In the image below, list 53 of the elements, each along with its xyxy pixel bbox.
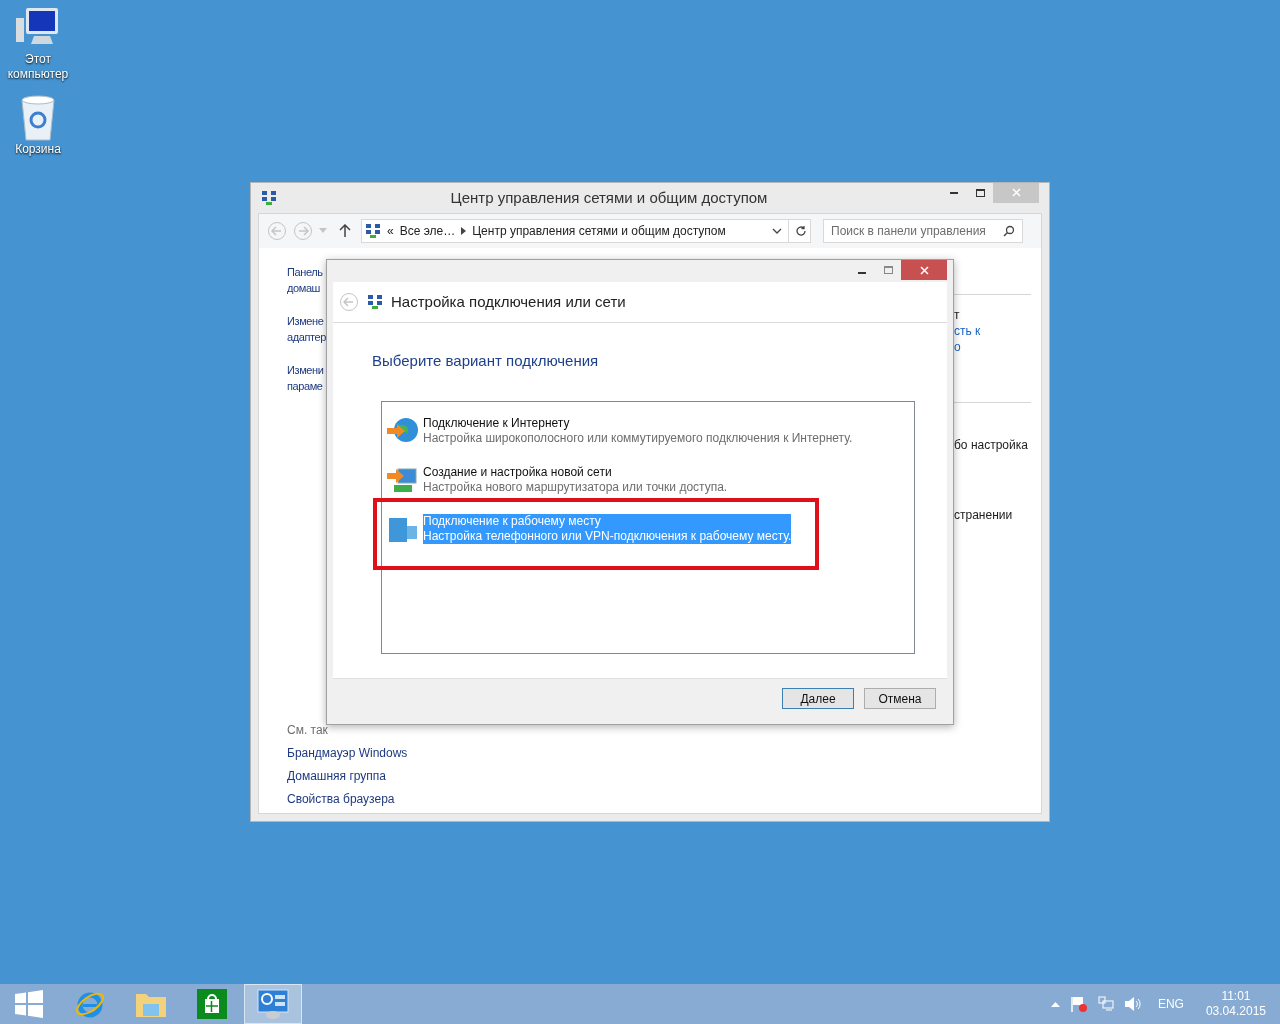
dialog-button[interactable]: Отмена [864,688,936,709]
clock-time: 11:01 [1221,989,1251,1004]
breadcrumb[interactable]: Центр управления сетями и общим доступом [472,222,726,240]
chevron-right-icon[interactable] [461,227,467,235]
dialog-title: Настройка подключения или сети [391,291,626,312]
recycle-bin-icon[interactable] [18,94,58,142]
search-field[interactable]: Поиск в панели управления [823,219,1023,243]
see-also-link[interactable]: Домашняя группа [287,768,387,784]
close-button[interactable] [901,260,947,280]
refresh-icon[interactable] [795,225,807,237]
network-tray-icon[interactable] [1097,996,1114,1012]
windows-logo-icon [15,990,43,1018]
option-item[interactable]: Создание и настройка новой сети Настройка нового маршрутизатора или точки доступа. [423,464,728,495]
link-text[interactable]: о [954,339,1031,355]
option-description: Настройка широкополосного или коммутируемого подключения к Интернету. [423,430,853,446]
option-item[interactable]: Подключение к Интернету Настройка широкополосного или коммутируемого подключения к Интернету. [423,415,853,446]
dialog-button[interactable]: Далее [782,688,854,709]
option-description: Настройка телефонного или VPN-подключения к рабочему месту. [423,528,792,544]
window-title: Центр управления сетями и общим доступом [449,187,769,208]
network-setup-icon [367,294,383,310]
option-title: Подключение к Интернету [423,415,571,431]
see-also-heading: См. так [287,722,328,738]
taskbar-button[interactable] [244,984,302,1024]
label-text: т [954,307,961,323]
task-link[interactable]: Измене адаптер [287,313,326,345]
option-description: Настройка нового маршрутизатора или точки доступа. [423,479,728,495]
back-icon[interactable] [339,292,359,312]
close-icon [1011,188,1021,197]
store-icon [197,989,227,1019]
task-link[interactable]: Измени параме [287,362,326,394]
option-title: Подключение к рабочему месту [423,513,602,529]
window-icon [261,190,277,206]
speaker-icon[interactable] [1123,996,1142,1012]
label-text: странении [954,507,1014,523]
option-title: Создание и настройка новой сети [423,464,613,480]
dialog-heading: Выберите вариант подключения [372,352,599,369]
task-link[interactable]: Панель домаш [287,264,326,296]
up-arrow-icon[interactable] [339,224,351,238]
close-icon [919,265,929,275]
chevron-down-icon[interactable] [772,228,782,234]
clock-date: 03.04.2015 [1205,1004,1266,1019]
link-text[interactable]: сть к [954,323,1031,339]
control-panel-icon [257,989,289,1019]
breadcrumb[interactable]: Все эле… [399,222,456,240]
see-also-link[interactable]: Брандмауэр Windows [287,745,408,761]
overflow-chevron[interactable]: « [387,222,394,240]
address-icon [365,223,381,239]
show-hidden-icons-icon[interactable] [1050,1001,1060,1007]
flag-icon[interactable] [1069,996,1088,1012]
search-icon[interactable] [1003,225,1015,237]
label-text: бо настройка [954,437,1029,453]
address-bar[interactable]: « Все эле… Центр управления сетями и общим доступом [361,219,811,243]
see-also-link[interactable]: Свойства браузера [287,791,395,807]
